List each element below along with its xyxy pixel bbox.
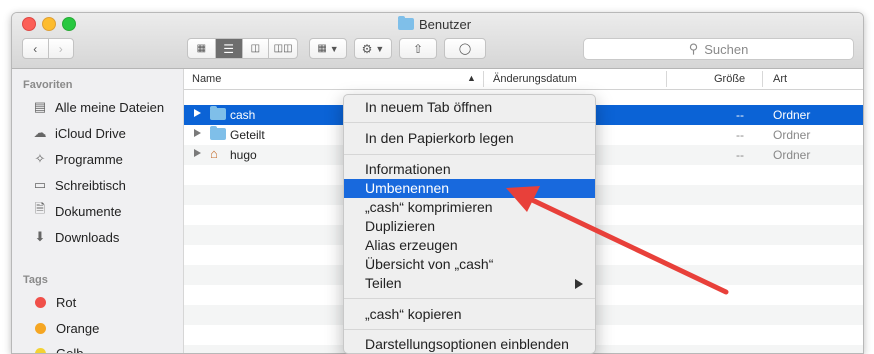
documents-icon: 🗎 bbox=[32, 203, 48, 219]
folder-icon bbox=[398, 18, 414, 30]
sidebar-item-downloads[interactable]: ⬇ Downloads bbox=[32, 227, 119, 247]
disclosure-triangle-icon[interactable] bbox=[194, 109, 201, 117]
sidebar-item-label: Gelb bbox=[56, 346, 83, 354]
chevron-left-icon: ‹ bbox=[33, 42, 37, 56]
file-name: cash bbox=[230, 108, 255, 122]
nav-buttons: ‹ › bbox=[22, 38, 74, 59]
sidebar-item-documents[interactable]: 🗎 Dokumente bbox=[32, 201, 121, 221]
file-name: hugo bbox=[230, 148, 257, 162]
file-size: -- bbox=[736, 128, 744, 142]
menu-item-compress[interactable]: „cash“ komprimieren bbox=[344, 198, 595, 217]
file-kind: Ordner bbox=[773, 108, 810, 122]
share-icon: ⇧ bbox=[413, 42, 423, 56]
tags-button[interactable]: ◯ bbox=[444, 38, 486, 59]
coverflow-icon: ◫◫ bbox=[274, 43, 293, 54]
sidebar-tag-orange[interactable]: Orange bbox=[32, 318, 99, 338]
minimize-button[interactable] bbox=[42, 17, 56, 31]
menu-item-move-to-trash[interactable]: In den Papierkorb legen bbox=[344, 129, 595, 148]
all-files-icon: ▤ bbox=[32, 99, 48, 115]
tag-dot-icon bbox=[35, 348, 46, 354]
download-icon: ⬇ bbox=[32, 229, 48, 245]
sidebar-item-label: Rot bbox=[56, 295, 76, 310]
sidebar-item-apps[interactable]: ✧ Programme bbox=[32, 149, 123, 169]
sidebar-item-label: iCloud Drive bbox=[55, 126, 126, 141]
apps-icon: ✧ bbox=[32, 151, 48, 167]
sidebar: Favoriten ▤ Alle meine Dateien ☁ iCloud … bbox=[12, 69, 184, 354]
folder-icon bbox=[210, 128, 226, 140]
search-placeholder: Suchen bbox=[704, 42, 748, 57]
chevron-down-icon: ▼ bbox=[375, 44, 384, 54]
gallery-view-button[interactable]: ◫◫ bbox=[269, 39, 297, 58]
file-name: Geteilt bbox=[230, 128, 265, 142]
menu-item-copy[interactable]: „cash“ kopieren bbox=[344, 305, 595, 324]
file-size: -- bbox=[736, 108, 744, 122]
search-icon: ⚲ bbox=[689, 41, 699, 57]
tag-icon: ◯ bbox=[459, 42, 471, 55]
menu-item-make-alias[interactable]: Alias erzeugen bbox=[344, 236, 595, 255]
menu-item-show-view-options[interactable]: Darstellungsoptionen einblenden bbox=[344, 335, 595, 354]
menu-item-open-in-new-tab[interactable]: In neuem Tab öffnen bbox=[344, 98, 595, 117]
menu-item-rename[interactable]: Umbenennen bbox=[344, 179, 595, 198]
arrange-button[interactable]: ▦ ▼ bbox=[309, 38, 347, 59]
tag-dot-icon bbox=[35, 297, 46, 308]
share-button[interactable]: ⇧ bbox=[399, 38, 437, 59]
desktop-icon: ▭ bbox=[32, 177, 48, 193]
sidebar-item-label: Orange bbox=[56, 321, 99, 336]
grid-icon: ▦ bbox=[197, 43, 206, 54]
sidebar-item-label: Downloads bbox=[55, 230, 119, 245]
window-title: Benutzer bbox=[398, 16, 471, 32]
menu-item-quick-look[interactable]: Übersicht von „cash“ bbox=[344, 255, 595, 274]
sidebar-item-desktop[interactable]: ▭ Schreibtisch bbox=[32, 175, 126, 195]
column-date[interactable]: Änderungsdatum bbox=[493, 73, 577, 85]
cloud-icon: ☁ bbox=[32, 125, 48, 141]
submenu-arrow-icon bbox=[575, 279, 583, 289]
sidebar-item-label: Dokumente bbox=[55, 204, 121, 219]
menu-item-duplicate[interactable]: Duplizieren bbox=[344, 217, 595, 236]
search-field[interactable]: ⚲ Suchen bbox=[583, 38, 854, 60]
gear-icon: ⚙ bbox=[362, 42, 373, 56]
menu-item-share-label: Teilen bbox=[365, 275, 402, 291]
sidebar-item-icloud[interactable]: ☁ iCloud Drive bbox=[32, 123, 126, 143]
favorites-header: Favoriten bbox=[23, 79, 73, 91]
sidebar-tag-red[interactable]: Rot bbox=[32, 292, 76, 312]
file-kind: Ordner bbox=[773, 128, 810, 142]
tag-dot-icon bbox=[35, 323, 46, 334]
view-mode-control: ▦ ☰ ◫ ◫◫ bbox=[187, 38, 298, 59]
back-button[interactable]: ‹ bbox=[23, 39, 49, 58]
sidebar-tag-yellow[interactable]: Gelb bbox=[32, 343, 83, 354]
folder-icon bbox=[210, 108, 226, 120]
menu-item-get-info[interactable]: Informationen bbox=[344, 160, 595, 179]
sort-ascending-icon: ▲ bbox=[467, 73, 476, 83]
column-name[interactable]: Name bbox=[192, 73, 221, 85]
column-header: Name ▲ Änderungsdatum Größe Art bbox=[184, 69, 863, 90]
sidebar-item-label: Alle meine Dateien bbox=[55, 100, 164, 115]
close-button[interactable] bbox=[22, 17, 36, 31]
column-view-button[interactable]: ◫ bbox=[243, 39, 270, 58]
icon-view-button[interactable]: ▦ bbox=[188, 39, 216, 58]
zoom-button[interactable] bbox=[62, 17, 76, 31]
sidebar-item-all-files[interactable]: ▤ Alle meine Dateien bbox=[32, 97, 164, 117]
list-icon: ☰ bbox=[223, 42, 234, 56]
column-kind[interactable]: Art bbox=[773, 73, 787, 85]
list-view-button[interactable]: ☰ bbox=[216, 39, 243, 58]
arrange-grid-icon: ▦ bbox=[317, 43, 326, 54]
column-size[interactable]: Größe bbox=[714, 73, 745, 85]
sidebar-item-label: Programme bbox=[55, 152, 123, 167]
action-button[interactable]: ⚙ ▼ bbox=[354, 38, 392, 59]
context-menu: In neuem Tab öffnen In den Papierkorb le… bbox=[343, 94, 596, 354]
file-kind: Ordner bbox=[773, 148, 810, 162]
menu-item-share[interactable]: Teilen bbox=[344, 274, 595, 293]
sidebar-item-label: Schreibtisch bbox=[55, 178, 126, 193]
chevron-right-icon: › bbox=[59, 42, 63, 56]
tags-header: Tags bbox=[23, 274, 48, 286]
disclosure-triangle-icon[interactable] bbox=[194, 129, 201, 137]
columns-icon: ◫ bbox=[251, 43, 260, 54]
window-title-text: Benutzer bbox=[419, 17, 471, 32]
chevron-down-icon: ▼ bbox=[330, 44, 339, 54]
file-size: -- bbox=[736, 148, 744, 162]
forward-button[interactable]: › bbox=[49, 39, 74, 58]
home-folder-icon: ⌂ bbox=[210, 147, 226, 161]
title-bar: Benutzer ‹ › ▦ ☰ ◫ ◫◫ bbox=[12, 13, 863, 69]
disclosure-triangle-icon[interactable] bbox=[194, 149, 201, 157]
